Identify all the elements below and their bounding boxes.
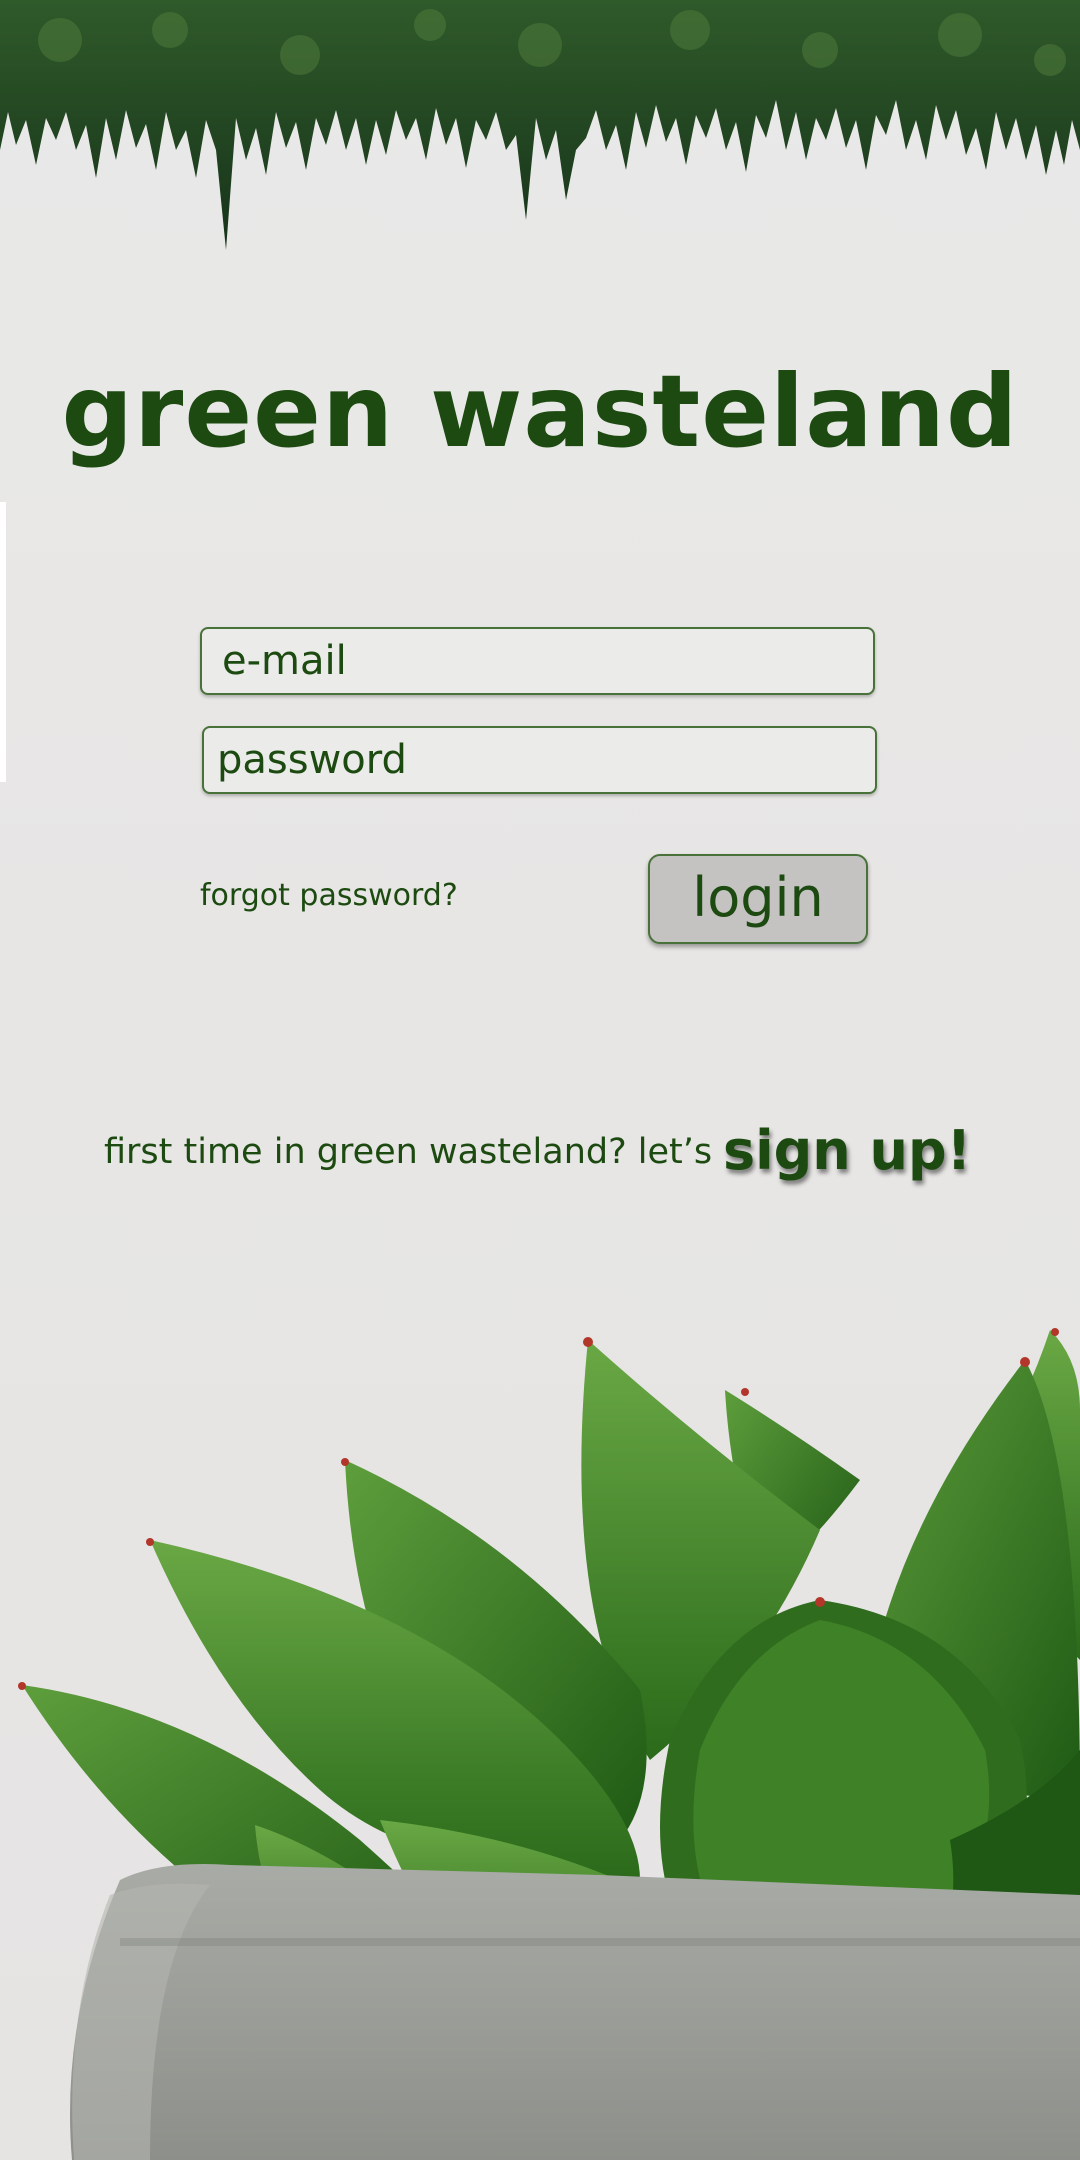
login-button[interactable]: login: [648, 854, 868, 944]
password-field[interactable]: [202, 726, 877, 794]
left-edge-strip: [0, 502, 6, 782]
succulent-image: [18, 1328, 1080, 2160]
email-field[interactable]: [200, 627, 875, 695]
app-title: green wasteland: [61, 353, 1019, 470]
sign-up-link[interactable]: sign up!: [723, 1120, 971, 1182]
forgot-password-link[interactable]: forgot password?: [200, 876, 458, 916]
forest-header-image: [0, 0, 1080, 250]
signup-prompt-text: first time in green wasteland? let’s: [104, 1132, 713, 1172]
